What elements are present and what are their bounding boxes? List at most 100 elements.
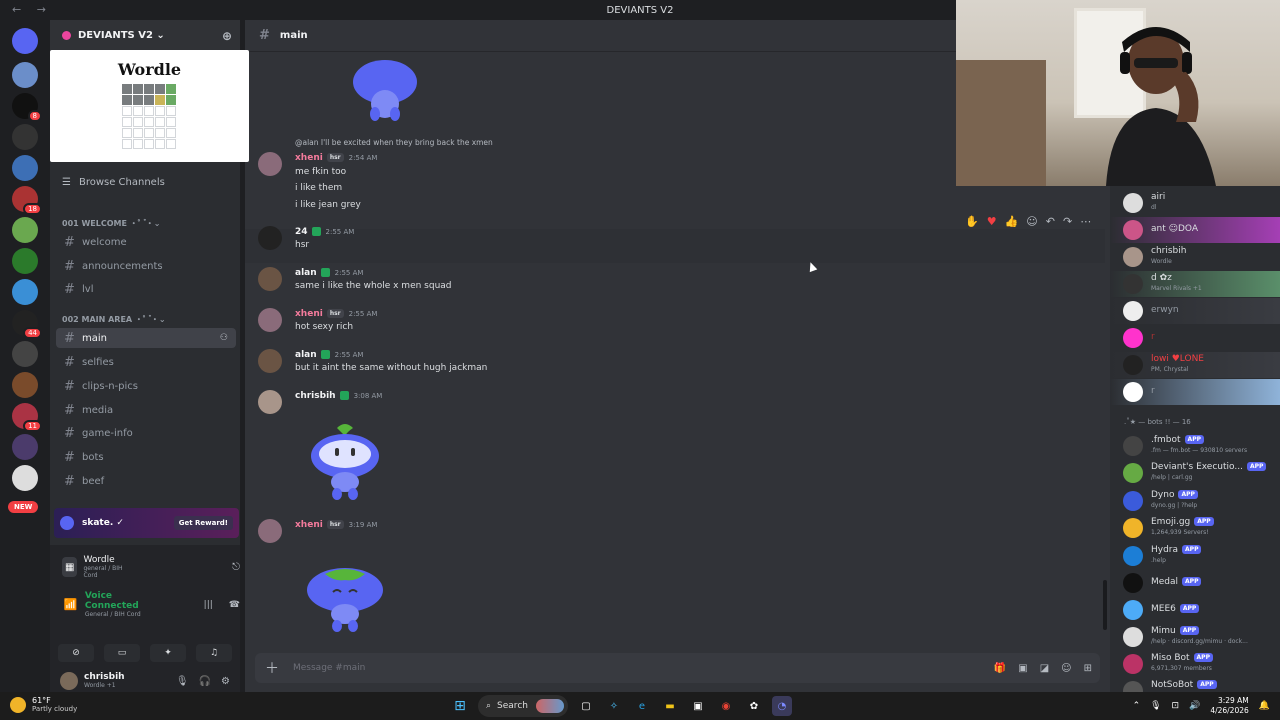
member-item[interactable]: r — [1110, 325, 1280, 351]
member-item[interactable]: erwyn — [1110, 298, 1280, 324]
copilot-icon[interactable]: ✧ — [604, 696, 624, 716]
current-user[interactable]: chrisbih Wordle +1 🎙 🎧 ⚙ — [50, 670, 240, 692]
reaction-hand-icon[interactable]: ✋ — [965, 215, 979, 228]
server-icon[interactable] — [12, 248, 38, 274]
avatar[interactable] — [258, 390, 282, 414]
bot-item[interactable]: Hydra APP .help — [1110, 543, 1280, 569]
volume-icon[interactable]: 🔊 — [1189, 701, 1200, 711]
category-main-area[interactable]: 002 MAIN AREA ・゜゚・⌄ — [62, 314, 166, 325]
browse-channels[interactable]: ☰ Browse Channels — [62, 177, 165, 188]
gif-icon[interactable]: ▣ — [1018, 663, 1027, 674]
channel-beef[interactable]: # beef — [56, 471, 236, 491]
avatar[interactable] — [258, 226, 282, 250]
server-icon[interactable] — [12, 124, 38, 150]
activities-icon[interactable]: ✦ — [150, 644, 186, 662]
server-icon[interactable] — [12, 465, 38, 491]
wordle-activity-card[interactable]: Wordle — [50, 50, 249, 162]
reaction-heart-icon[interactable]: ♥ — [987, 215, 997, 228]
clock[interactable]: 3:29 AM 4/26/2026 — [1210, 696, 1248, 716]
member-item[interactable]: chrisbih Wordle — [1110, 244, 1280, 270]
bot-item[interactable]: Emoji.gg APP 1,264,939 Servers! — [1110, 515, 1280, 541]
channel-announcements[interactable]: # announcements — [56, 256, 236, 276]
server-icon[interactable]: 18 — [12, 186, 42, 215]
channel-selfies[interactable]: # selfies — [56, 352, 236, 372]
forward-icon[interactable]: ↷ — [1063, 215, 1072, 228]
nav-arrows-icon[interactable]: ← → — [12, 3, 52, 16]
avatar[interactable] — [60, 672, 78, 690]
soundboard-icon[interactable]: ♫ — [196, 644, 232, 662]
message-author[interactable]: alan 2:55 AM — [295, 350, 363, 360]
gear-icon[interactable]: ⚙ — [221, 676, 230, 687]
message-author[interactable]: xheni hsr 2:55 AM — [295, 309, 377, 319]
mic-icon[interactable]: 🎙 — [1150, 701, 1161, 711]
headphones-icon[interactable]: 🎧 — [199, 676, 211, 687]
edge-icon[interactable]: e — [632, 696, 652, 716]
channel-welcome[interactable]: # welcome — [56, 232, 236, 252]
server-icon[interactable] — [12, 372, 38, 398]
server-icon[interactable] — [12, 62, 38, 88]
bot-item[interactable]: Miso Bot APP 6,971,307 members — [1110, 651, 1280, 677]
more-icon[interactable]: ⋯ — [1080, 215, 1091, 228]
taskbar-search[interactable]: ⌕ Search — [478, 695, 568, 717]
bot-item[interactable]: MEE6 APP — [1110, 597, 1280, 623]
member-item[interactable]: lowi ♥LONE PM, Chrystal — [1110, 352, 1280, 378]
member-item[interactable]: airi dl — [1110, 190, 1280, 216]
avatar[interactable] — [258, 349, 282, 373]
server-icon[interactable] — [12, 217, 38, 243]
channel-bots[interactable]: # bots — [56, 447, 236, 467]
camera-off-icon[interactable]: ⊘ — [58, 644, 94, 662]
avatar[interactable] — [258, 152, 282, 176]
channel-main[interactable]: # main ⚇ — [56, 328, 236, 348]
message-author[interactable]: alan 2:55 AM — [295, 268, 363, 278]
channel-clips-n-pics[interactable]: # clips-n-pics — [56, 376, 236, 396]
gift-icon[interactable]: 🎁 — [994, 663, 1006, 674]
add-reaction-icon[interactable]: ☺ — [1026, 215, 1037, 228]
channel-lvl[interactable]: # lvl — [56, 279, 236, 299]
message-author[interactable]: 24 2:55 AM — [295, 227, 354, 237]
member-item[interactable]: r — [1110, 379, 1280, 405]
server-icon[interactable] — [12, 155, 38, 181]
bot-item[interactable]: NotSoBot APP — [1110, 678, 1280, 692]
channel-media[interactable]: # media — [56, 400, 236, 420]
network-icon[interactable]: ⊡ — [1172, 701, 1180, 711]
member-item[interactable]: d ✿z Marvel Rivals +1 — [1110, 271, 1280, 297]
message-author[interactable]: xheni hsr 3:19 AM — [295, 520, 377, 530]
emoji-icon[interactable]: ☺ — [1061, 663, 1071, 674]
server-icon[interactable] — [12, 341, 38, 367]
file-explorer-icon[interactable]: ▬ — [660, 696, 680, 716]
apps-icon[interactable]: ⊞ — [1084, 663, 1092, 674]
windows-start-icon[interactable]: ⊞ — [450, 696, 470, 716]
noise-suppression-icon[interactable]: ||| — [204, 600, 213, 610]
invite-icon[interactable]: ⊕ — [222, 29, 232, 43]
bot-item[interactable]: Mimu APP/help · discord.gg/mimu · dock... — [1110, 624, 1280, 650]
server-icon[interactable]: 11 — [12, 403, 42, 432]
chrome-icon[interactable]: ◉ — [716, 696, 736, 716]
leave-activity-icon[interactable]: ⎋ — [232, 562, 240, 573]
message-input[interactable] — [293, 663, 893, 673]
discord-taskbar-icon[interactable]: ◔ — [772, 696, 792, 716]
add-member-icon[interactable]: ⚇ — [220, 333, 228, 343]
activity-row[interactable]: ▦ Wordle general / BIH Cord ⎋ — [62, 555, 240, 579]
promo-banner[interactable]: skate. ✓ Get Reward! — [54, 508, 239, 538]
server-icon[interactable] — [12, 434, 38, 460]
weather-widget[interactable]: 61°F Partly cloudy — [10, 696, 77, 713]
add-attachment-icon[interactable]: ＋ — [265, 658, 279, 678]
reaction-thumbsup-icon[interactable]: 👍 — [1005, 215, 1019, 228]
server-icon[interactable]: 44 — [12, 310, 42, 339]
bot-item[interactable]: Dyno APP dyno.gg | ?help — [1110, 488, 1280, 514]
member-item[interactable]: ant ☺DOA — [1110, 217, 1280, 243]
sticker-icon[interactable]: ◪ — [1040, 663, 1049, 674]
reply-preview[interactable]: @alan I'll be excited when they bring ba… — [295, 138, 493, 147]
reply-icon[interactable]: ↶ — [1046, 215, 1055, 228]
chevron-up-icon[interactable]: ⌃ — [1133, 701, 1141, 711]
store-icon[interactable]: ▣ — [688, 696, 708, 716]
notifications-icon[interactable]: 🔔 — [1259, 701, 1270, 711]
server-icon[interactable]: 8 — [12, 93, 42, 122]
avatar[interactable] — [258, 308, 282, 332]
bot-item[interactable]: Deviant's Executio... APP/help | carl.gg — [1110, 460, 1280, 486]
message-author[interactable]: xheni hsr 2:54 AM — [295, 153, 377, 163]
microphone-icon[interactable]: 🎙 — [176, 676, 189, 687]
home-icon[interactable] — [12, 28, 38, 54]
avatar[interactable] — [258, 519, 282, 543]
guild-header[interactable]: DEVIANTS V2 ⌄ ⊕ — [50, 20, 240, 50]
